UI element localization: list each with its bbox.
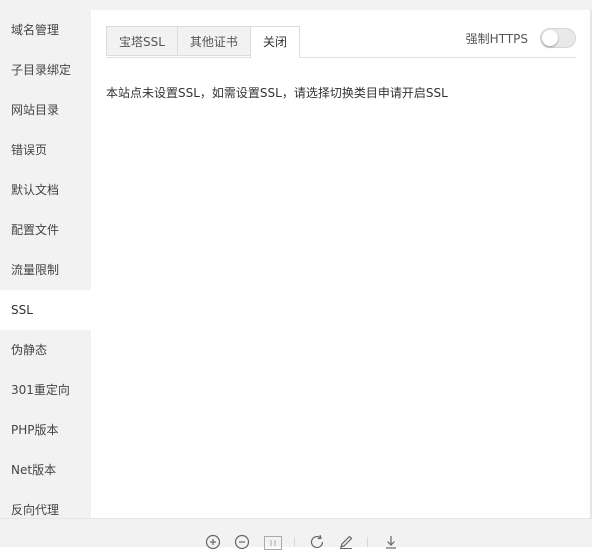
rotate-icon[interactable] (309, 534, 325, 550)
zoom-in-icon[interactable] (205, 534, 221, 550)
force-https-control: 强制HTTPS (466, 27, 576, 49)
tab-bt-ssl[interactable]: 宝塔SSL (106, 26, 177, 56)
sidebar-item-ssl[interactable]: SSL (0, 290, 91, 330)
sidebar-item-reverse-proxy[interactable]: 反向代理 (0, 490, 91, 518)
edit-icon[interactable] (338, 534, 354, 550)
sidebar-item-traffic-limit[interactable]: 流量限制 (0, 250, 91, 290)
sidebar-item-domain[interactable]: 域名管理 (0, 10, 91, 50)
sidebar-item-net-version[interactable]: Net版本 (0, 450, 91, 490)
sidebar-item-rewrite[interactable]: 伪静态 (0, 330, 91, 370)
sidebar-item-subdir-binding[interactable]: 子目录绑定 (0, 50, 91, 90)
download-icon[interactable] (383, 534, 399, 550)
sidebar-item-301-redirect[interactable]: 301重定向 (0, 370, 91, 410)
ssl-status-message: 本站点未设置SSL，如需设置SSL，请选择切换类目申请开启SSL (106, 86, 448, 100)
tab-other-cert[interactable]: 其他证书 (176, 26, 250, 56)
zoom-out-icon[interactable] (234, 534, 250, 550)
sidebar-item-config-file[interactable]: 配置文件 (0, 210, 91, 250)
settings-sidebar: 域名管理 子目录绑定 网站目录 错误页 默认文档 配置文件 流量限制 SSL 伪… (0, 10, 91, 518)
tab-close[interactable]: 关闭 (249, 26, 300, 58)
sidebar-item-default-document[interactable]: 默认文档 (0, 170, 91, 210)
ssl-panel: 宝塔SSL 其他证书 关闭 强制HTTPS 本站点未设置SSL，如需设置SSL，… (91, 10, 590, 518)
sidebar-item-php-version[interactable]: PHP版本 (0, 410, 91, 450)
actual-size-icon[interactable] (264, 536, 282, 550)
sidebar-item-error-page[interactable]: 错误页 (0, 130, 91, 170)
force-https-label: 强制HTTPS (465, 31, 528, 46)
toggle-knob (542, 30, 558, 46)
force-https-toggle[interactable] (540, 28, 576, 48)
sidebar-item-site-directory[interactable]: 网站目录 (0, 90, 91, 130)
image-viewer-toolbar (0, 518, 592, 550)
